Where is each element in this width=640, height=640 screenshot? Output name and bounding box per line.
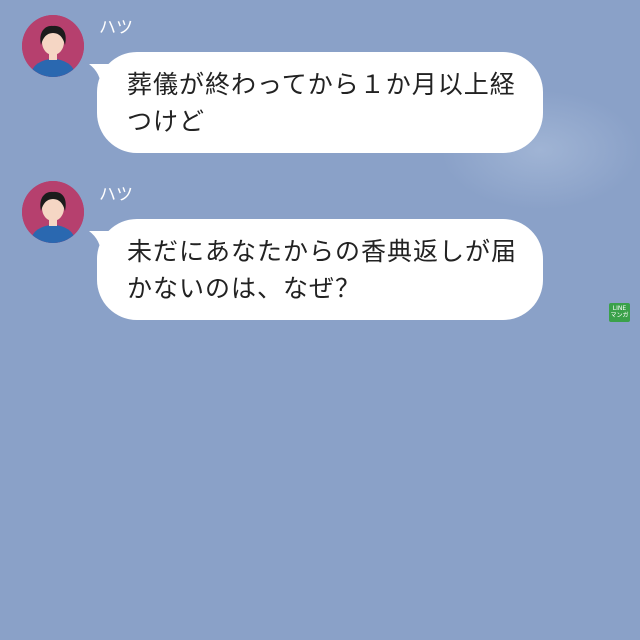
sender-name: ハツ — [99, 185, 133, 205]
message-text-line: 未だにあなたからの香典返しが届 — [127, 237, 518, 266]
line-manga-badge: LINE マンガ — [609, 303, 630, 322]
message-text-line: 葬儀が終わってから１か月以上経 — [127, 70, 516, 99]
avatar[interactable] — [22, 181, 84, 243]
user-avatar-icon — [22, 181, 84, 243]
bubble-tail-icon — [89, 64, 113, 88]
message-bubble[interactable]: 葬儀が終わってから１か月以上経 つけど — [89, 52, 543, 153]
sender-name: ハツ — [99, 18, 133, 38]
message-bubble[interactable]: 未だにあなたからの香典返しが届 かないのは、なぜ？ — [89, 219, 543, 320]
badge-line1: LINE — [612, 305, 627, 312]
user-avatar-icon — [22, 15, 84, 77]
badge-line2: マンガ — [610, 312, 629, 319]
avatar[interactable] — [22, 15, 84, 77]
message-text-line: かないのは、なぜ？ — [127, 274, 362, 303]
message-text-line: つけど — [127, 107, 206, 136]
bubble-tail-icon — [89, 231, 113, 255]
